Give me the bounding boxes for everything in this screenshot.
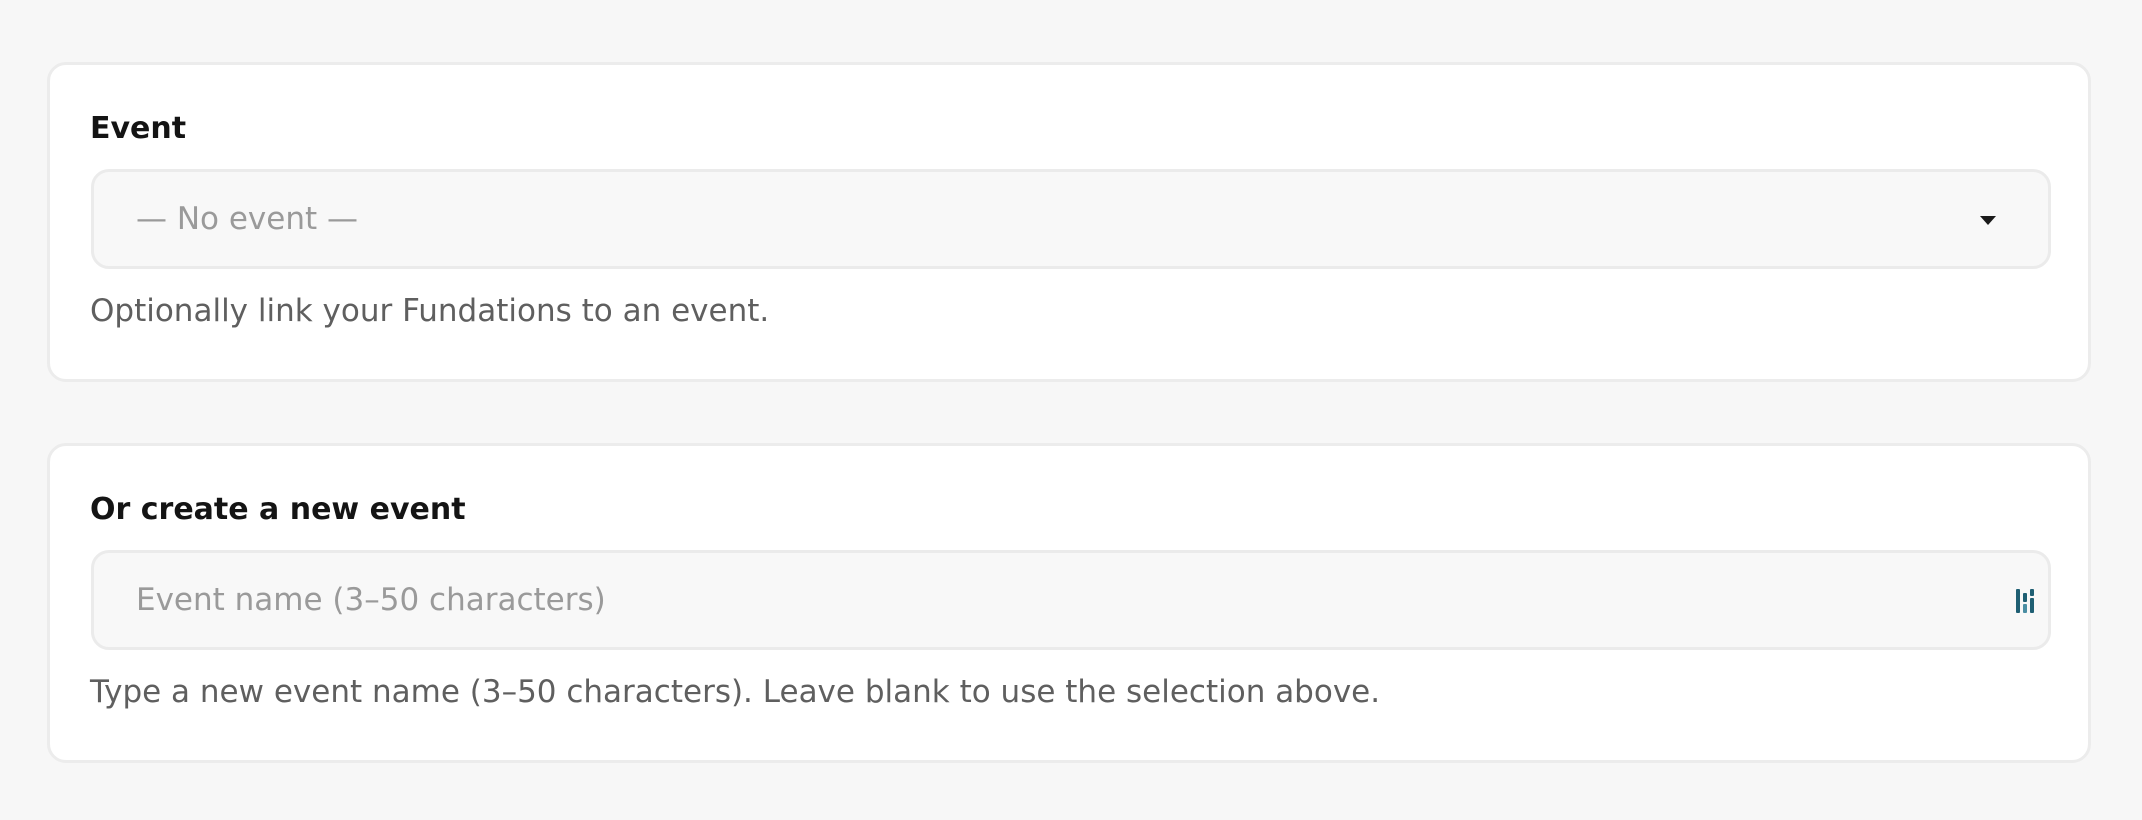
password-manager-icon[interactable]: [2014, 586, 2040, 616]
event-select[interactable]: — No event —: [91, 169, 2051, 269]
event-select-value: — No event —: [136, 201, 359, 237]
event-card: Event — No event — Optionally link your …: [47, 62, 2091, 382]
new-event-card: Or create a new event Type a new event n…: [47, 443, 2091, 763]
caret-down-icon: [1980, 216, 1996, 225]
event-label: Event: [90, 111, 187, 146]
new-event-help-text: Type a new event name (3–50 characters).…: [90, 674, 1381, 710]
event-help-text: Optionally link your Fundations to an ev…: [90, 293, 770, 329]
new-event-field: [91, 550, 2051, 650]
new-event-label: Or create a new event: [90, 492, 466, 527]
new-event-name-input[interactable]: [94, 553, 2048, 647]
